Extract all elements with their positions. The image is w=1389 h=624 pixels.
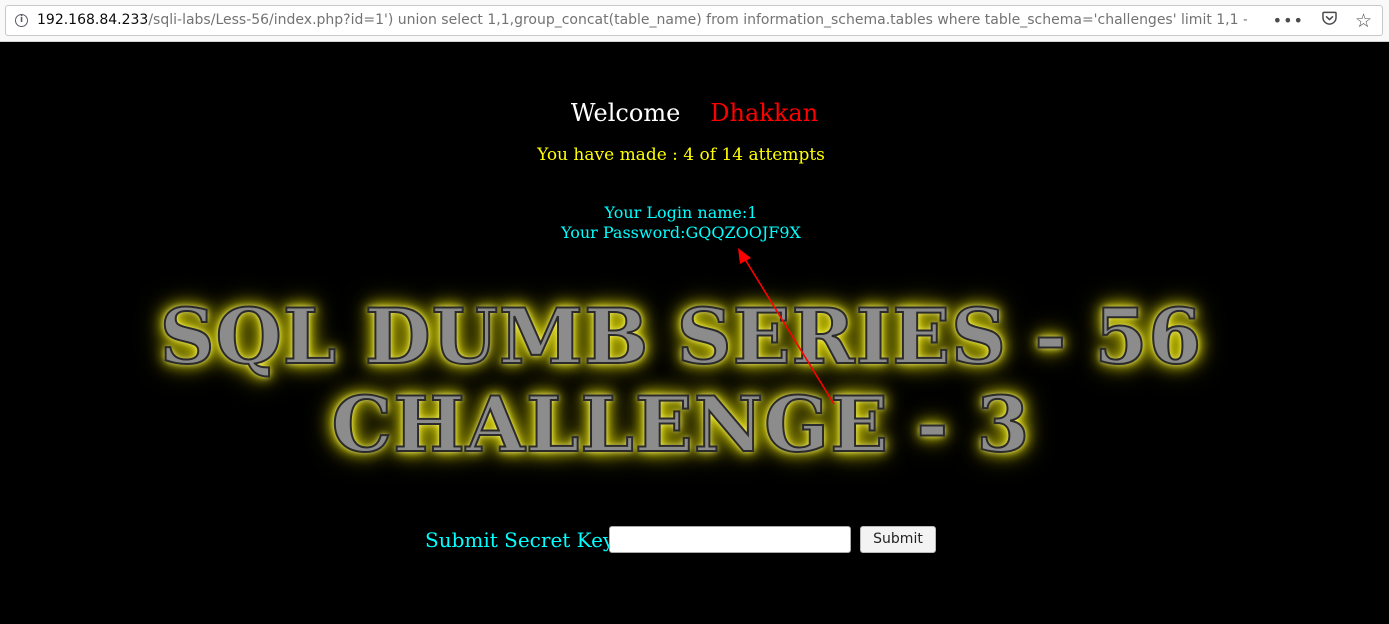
secret-key-input[interactable] <box>609 526 851 553</box>
submit-button[interactable]: Submit <box>860 526 936 553</box>
secret-key-label: Submit Secret Key: <box>425 528 621 552</box>
